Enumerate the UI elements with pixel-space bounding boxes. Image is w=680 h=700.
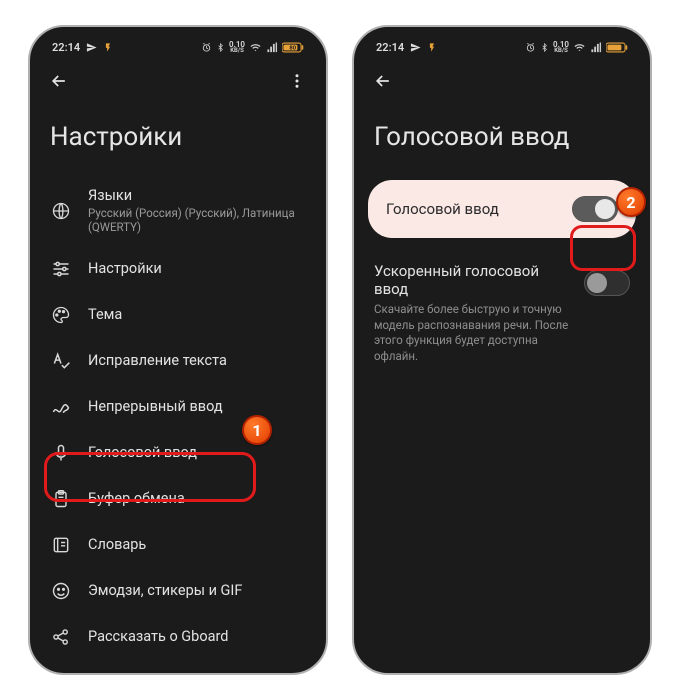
page-title: Голосовой ввод xyxy=(366,102,638,176)
back-button[interactable] xyxy=(48,70,70,92)
send-icon xyxy=(86,42,97,53)
palette-icon xyxy=(50,304,72,326)
battery-icon xyxy=(606,42,628,53)
phone-left: 22:14 0.10 KB/S 80 xyxy=(28,25,328,675)
back-button[interactable] xyxy=(372,70,394,92)
globe-icon xyxy=(50,200,72,222)
bolt-icon xyxy=(427,42,437,53)
fast-voice-switch[interactable] xyxy=(584,270,630,296)
list-item-label: Эмодзи, стикеры и GIF xyxy=(88,582,306,599)
mic-icon xyxy=(50,442,72,464)
wifi-icon xyxy=(249,42,262,53)
list-item-label: Исправление текста xyxy=(88,352,306,369)
list-item-label: Настройки xyxy=(88,260,306,277)
list-item-sub: Русский (Россия) (Русский), Латиница (QW… xyxy=(88,206,306,235)
status-bar: 22:14 0.10 KB/S 80 xyxy=(42,37,314,56)
svg-text:80: 80 xyxy=(289,46,296,52)
fast-voice-row[interactable]: Ускоренный голосовой ввод Скачайте более… xyxy=(366,256,638,374)
list-item-voice-typing[interactable]: Голосовой ввод xyxy=(42,430,314,476)
bluetooth-icon xyxy=(540,42,549,53)
fast-voice-desc: Скачайте более быструю и точную модель р… xyxy=(374,302,570,364)
settings-list: Языки Русский (Россия) (Русский), Латини… xyxy=(42,176,314,660)
list-item-label: Тема xyxy=(88,306,306,323)
list-item-dictionary[interactable]: Словарь xyxy=(42,522,314,568)
voice-typing-toggle-row[interactable]: Голосовой ввод xyxy=(368,180,636,238)
status-time: 22:14 xyxy=(376,41,404,54)
list-item-label: Буфер обмена xyxy=(88,490,306,507)
list-item-glide-typing[interactable]: Непрерывный ввод xyxy=(42,384,314,430)
bluetooth-icon xyxy=(216,42,225,53)
list-item-label: Языки xyxy=(88,187,306,204)
status-netunit: KB/S xyxy=(554,48,568,53)
list-item-label: Непрерывный ввод xyxy=(88,398,306,415)
voice-typing-switch[interactable] xyxy=(572,196,618,222)
status-time: 22:14 xyxy=(52,41,80,54)
status-netunit: KB/S xyxy=(230,48,244,53)
wifi-icon xyxy=(573,42,586,53)
list-item-label: Рассказать о Gboard xyxy=(88,628,306,645)
list-item-emoji[interactable]: Эмодзи, стикеры и GIF xyxy=(42,568,314,614)
voice-typing-label: Голосовой ввод xyxy=(386,200,499,218)
signal-icon xyxy=(266,42,278,53)
alarm-icon xyxy=(201,42,212,53)
send-icon xyxy=(410,42,421,53)
spellcheck-icon xyxy=(50,350,72,372)
gesture-icon xyxy=(50,396,72,418)
page-title: Настройки xyxy=(42,102,314,176)
alarm-icon xyxy=(525,42,536,53)
list-item-theme[interactable]: Тема xyxy=(42,292,314,338)
share-icon xyxy=(50,626,72,648)
list-item-clipboard[interactable]: Буфер обмена xyxy=(42,476,314,522)
battery-icon: 80 xyxy=(282,42,304,53)
status-bar: 22:14 0.10 KB/S xyxy=(366,37,638,56)
phone-right: 22:14 0.10 KB/S Голосовой в xyxy=(352,25,652,675)
list-item-preferences[interactable]: Настройки xyxy=(42,246,314,292)
sliders-icon xyxy=(50,258,72,280)
signal-icon xyxy=(590,42,602,53)
fast-voice-title: Ускоренный голосовой ввод xyxy=(374,262,570,298)
list-item-text-correction[interactable]: Исправление текста xyxy=(42,338,314,384)
emoji-icon xyxy=(50,580,72,602)
list-item-share[interactable]: Рассказать о Gboard xyxy=(42,614,314,660)
clipboard-icon xyxy=(50,488,72,510)
list-item-languages[interactable]: Языки Русский (Россия) (Русский), Латини… xyxy=(42,176,314,246)
overflow-menu-button[interactable] xyxy=(286,70,308,92)
bolt-icon xyxy=(103,42,113,53)
list-item-label: Голосовой ввод xyxy=(88,444,306,461)
list-item-label: Словарь xyxy=(88,536,306,553)
dictionary-icon xyxy=(50,534,72,556)
